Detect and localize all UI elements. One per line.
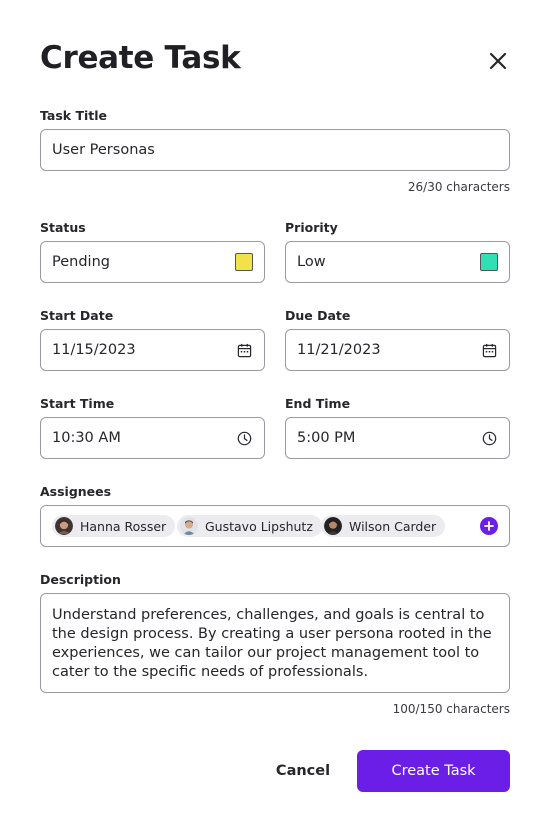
clock-icon[interactable]: [481, 430, 497, 446]
create-task-button[interactable]: Create Task: [357, 750, 510, 792]
avatar: [180, 517, 198, 535]
status-select[interactable]: Pending: [40, 241, 265, 283]
priority-color-swatch: [480, 253, 498, 271]
avatar: [55, 517, 73, 535]
assignee-name: Gustavo Lipshutz: [205, 518, 313, 534]
dialog-title: Create Task: [40, 40, 241, 76]
task-title-label: Task Title: [40, 108, 108, 123]
plus-icon: [484, 521, 494, 531]
calendar-icon[interactable]: [236, 342, 252, 358]
assignee-name: Wilson Carder: [349, 518, 437, 534]
due-date-label: Due Date: [285, 308, 351, 323]
status-color-swatch: [235, 253, 253, 271]
start-date-value: 11/15/2023: [52, 342, 136, 358]
assignee-chip[interactable]: Gustavo Lipshutz: [177, 515, 322, 537]
description-label: Description: [40, 572, 121, 587]
start-time-input[interactable]: 10:30 AM: [40, 417, 265, 459]
assignees-label: Assignees: [40, 484, 112, 499]
end-time-label: End Time: [285, 396, 351, 411]
clock-icon[interactable]: [236, 430, 252, 446]
priority-value: Low: [297, 254, 326, 270]
task-title-input[interactable]: User Personas: [40, 129, 510, 171]
status-value: Pending: [52, 254, 110, 270]
assignee-chip[interactable]: Wilson Carder: [321, 515, 446, 537]
close-icon[interactable]: [486, 49, 510, 73]
end-time-value: 5:00 PM: [297, 430, 356, 446]
description-textarea[interactable]: Understand preferences, challenges, and …: [40, 593, 510, 693]
calendar-icon[interactable]: [481, 342, 497, 358]
due-date-value: 11/21/2023: [297, 342, 381, 358]
assignee-name: Hanna Rosser: [80, 518, 167, 534]
avatar: [324, 517, 342, 535]
start-date-label: Start Date: [40, 308, 114, 323]
end-time-input[interactable]: 5:00 PM: [285, 417, 510, 459]
status-label: Status: [40, 220, 86, 235]
start-date-input[interactable]: 11/15/2023: [40, 329, 265, 371]
start-time-label: Start Time: [40, 396, 115, 411]
due-date-input[interactable]: 11/21/2023: [285, 329, 510, 371]
priority-label: Priority: [285, 220, 338, 235]
task-title-value: User Personas: [52, 142, 155, 158]
add-assignee-button[interactable]: [480, 517, 498, 535]
task-title-counter: 26/30 characters: [407, 180, 510, 194]
description-counter: 100/150 characters: [392, 702, 510, 716]
cancel-button[interactable]: Cancel: [263, 750, 343, 792]
start-time-value: 10:30 AM: [52, 430, 121, 446]
assignee-chip[interactable]: Hanna Rosser: [52, 515, 176, 537]
priority-select[interactable]: Low: [285, 241, 510, 283]
